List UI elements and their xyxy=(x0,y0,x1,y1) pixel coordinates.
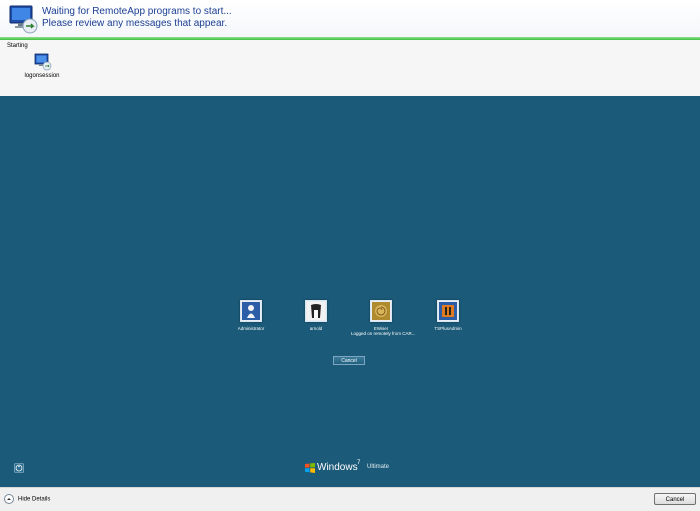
hide-details-toggle[interactable]: Hide Details xyxy=(4,494,50,504)
hide-details-label: Hide Details xyxy=(18,496,51,503)
logon-session-label: logonsession xyxy=(24,73,60,79)
user-tile-administrator[interactable]: Administrator xyxy=(221,300,281,331)
remote-desktop-icon xyxy=(9,5,38,34)
user-name: arnold xyxy=(309,326,323,331)
user-name: Administrator xyxy=(237,326,265,331)
user-picture xyxy=(240,300,262,322)
user-picture xyxy=(370,300,392,322)
status-subtitle: Please review any messages that appear. xyxy=(42,18,228,29)
shell-icon xyxy=(372,302,390,320)
connection-header: Waiting for RemoteApp programs to start.… xyxy=(0,0,700,37)
user-tile-ewiser[interactable]: EWiser Logged on remotely from CAR... xyxy=(351,300,416,336)
brand-version: 7 xyxy=(357,460,361,466)
chess-piece-icon xyxy=(242,302,260,320)
status-title: Waiting for RemoteApp programs to start.… xyxy=(42,6,232,17)
chevron-up-icon xyxy=(4,494,14,504)
remote-desktop-screen: Administrator arnold EWiser Logged on re… xyxy=(0,96,700,487)
user-picture xyxy=(305,300,327,322)
details-panel: Starting logonsession xyxy=(0,40,700,97)
cancel-button[interactable]: Cancel xyxy=(654,493,696,505)
user-name: TSPlusAdmin xyxy=(434,326,462,331)
user-picture xyxy=(437,300,459,322)
logon-session-icon xyxy=(34,53,52,71)
user-tile-arnold[interactable]: arnold xyxy=(286,300,346,331)
frame-icon xyxy=(439,302,457,320)
dog-icon xyxy=(307,302,325,320)
details-status: Starting xyxy=(7,43,28,49)
windows-flag-icon xyxy=(305,463,315,473)
footer-bar: Hide Details Cancel xyxy=(0,487,700,511)
ease-of-access-icon[interactable] xyxy=(14,463,24,473)
user-status: Logged on remotely from CAR... xyxy=(351,331,416,336)
brand-edition: Ultimate xyxy=(367,464,390,470)
user-tile-tsplusadmin[interactable]: TSPlusAdmin xyxy=(418,300,478,331)
brand-name: Windows xyxy=(317,462,358,473)
remote-cancel-button[interactable]: Cancel xyxy=(333,356,365,365)
